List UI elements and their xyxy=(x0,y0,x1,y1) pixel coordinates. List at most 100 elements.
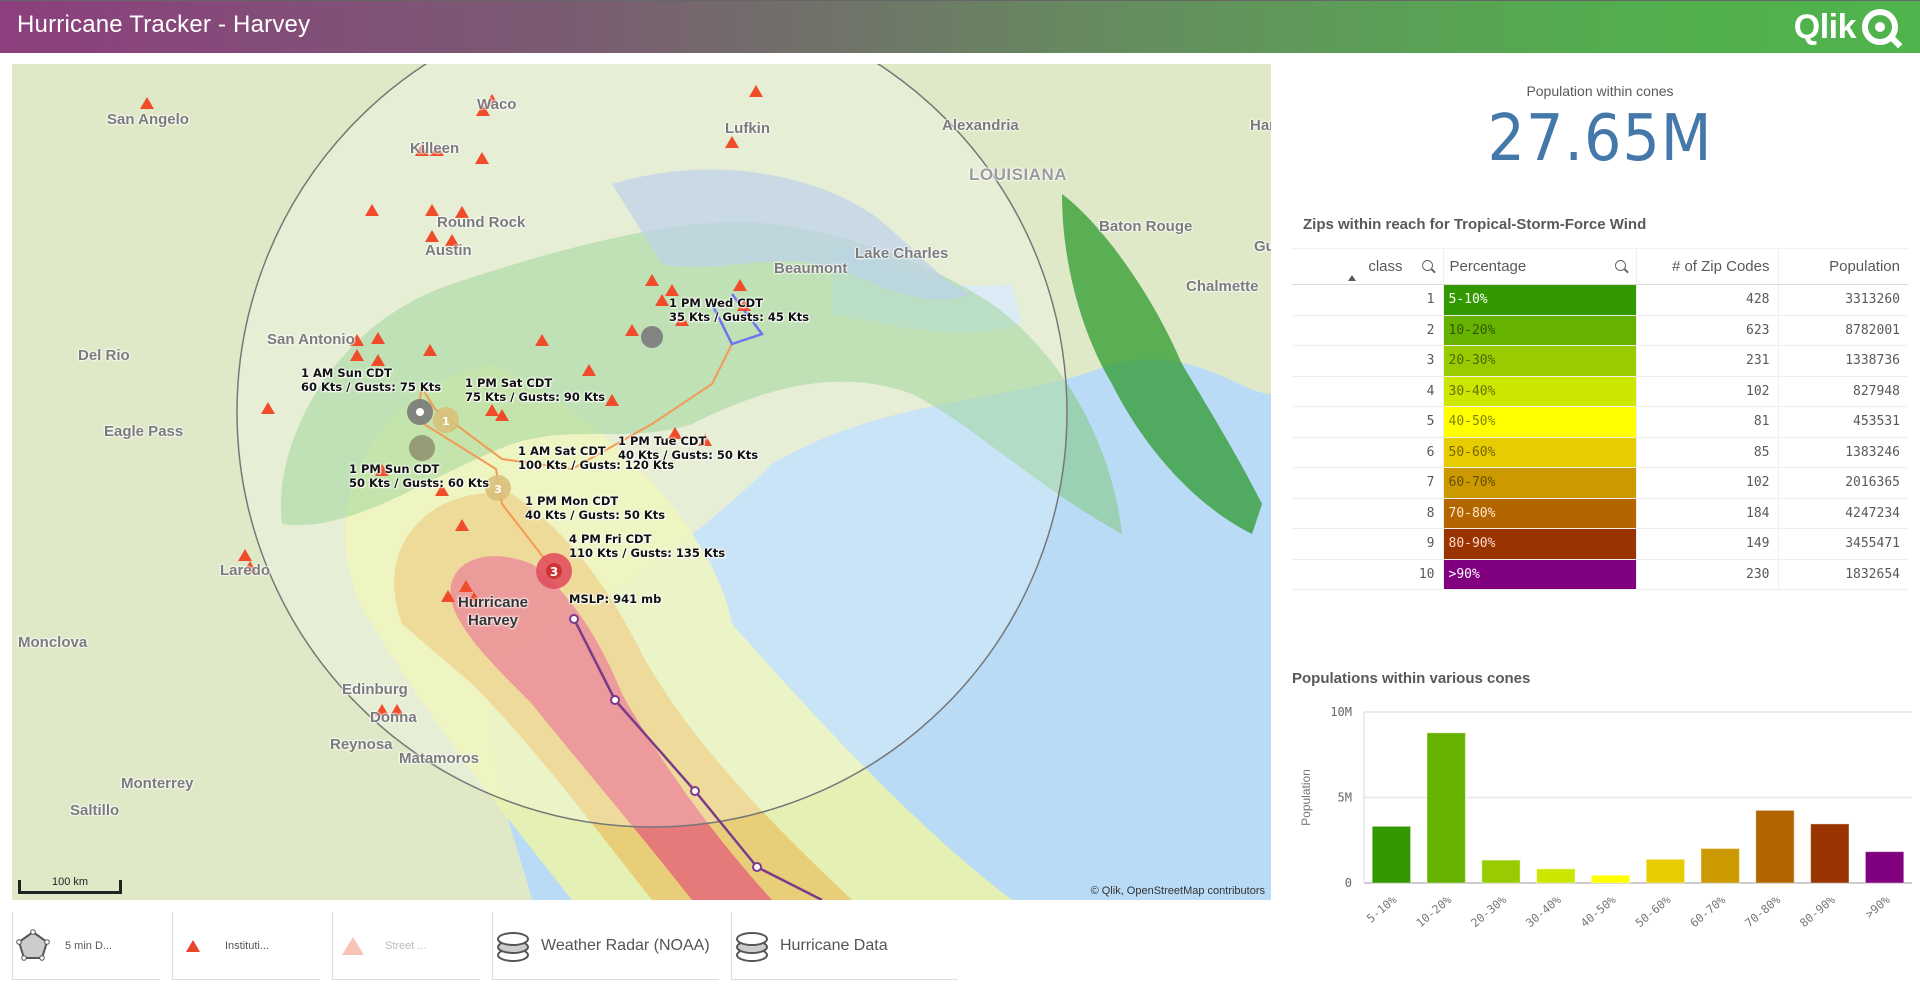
cell-percentage[interactable]: 70-80% xyxy=(1442,497,1637,529)
cell-percentage[interactable]: 10-20% xyxy=(1442,314,1637,346)
legend-label: Hurricane Data xyxy=(780,936,888,954)
cell-class[interactable]: 10 xyxy=(1292,559,1444,590)
storm-label-sat-pm: 1 PM Sat CDT 75 Kts / Gusts: 90 Kts xyxy=(465,376,605,404)
cell-population[interactable]: 3455471 xyxy=(1778,528,1908,560)
cell-class[interactable]: 3 xyxy=(1292,345,1444,377)
column-header-population[interactable]: Population xyxy=(1778,248,1908,285)
table-row[interactable]: 9 80-90% 149 3455471 xyxy=(1292,528,1908,560)
bar[interactable] xyxy=(1536,868,1576,884)
column-header-percentage[interactable]: Percentage xyxy=(1443,248,1637,285)
map-canvas[interactable]: 3 3 1 xyxy=(12,64,1271,900)
map-layer-legend: 5 min D... Instituti... Street ... Weath… xyxy=(12,912,958,980)
column-header-zip-codes[interactable]: # of Zip Codes xyxy=(1636,248,1779,285)
x-tick-label: 70-80% xyxy=(1742,893,1783,930)
cell-zip-count[interactable]: 184 xyxy=(1636,498,1779,529)
app-header: Hurricane Tracker - Harvey Qlik xyxy=(0,0,1920,53)
cell-percentage[interactable]: >90% xyxy=(1442,558,1637,590)
cell-population[interactable]: 3313260 xyxy=(1778,284,1908,316)
cell-class[interactable]: 7 xyxy=(1292,467,1444,499)
state-label: LOUISIANA xyxy=(969,165,1067,184)
storm-name-line: Hurricane xyxy=(458,594,529,611)
storm-wind: 40 Kts / Gusts: 50 Kts xyxy=(525,508,666,522)
cell-class[interactable]: 1 xyxy=(1292,284,1444,316)
column-label: class xyxy=(1368,258,1403,275)
kpi-value: 27.65M xyxy=(1487,102,1713,176)
table-row[interactable]: 4 30-40% 102 827948 xyxy=(1292,375,1908,407)
cell-zip-count[interactable]: 230 xyxy=(1636,559,1779,590)
table-row[interactable]: 5 40-50% 81 453531 xyxy=(1292,406,1908,438)
storm-wind: 110 Kts / Gusts: 135 Kts xyxy=(569,546,726,560)
legend-item-hurricane-data[interactable]: Hurricane Data xyxy=(731,912,958,980)
city-label: San Antonio xyxy=(267,331,355,348)
table-row[interactable]: 2 10-20% 623 8782001 xyxy=(1292,314,1908,346)
map-scale-bar: 100 km xyxy=(18,876,122,894)
cell-percentage[interactable]: 5-10% xyxy=(1442,284,1637,316)
legend-item-street[interactable]: Street ... xyxy=(332,912,480,980)
cell-population[interactable]: 8782001 xyxy=(1778,315,1908,346)
cell-zip-count[interactable]: 231 xyxy=(1636,345,1779,377)
column-label: # of Zip Codes xyxy=(1671,258,1770,275)
bar[interactable] xyxy=(1590,874,1631,884)
cell-zip-count[interactable]: 623 xyxy=(1636,315,1779,346)
bar[interactable] xyxy=(1700,848,1740,884)
column-label: Percentage xyxy=(1449,258,1527,275)
track-point xyxy=(752,862,762,872)
cell-class[interactable]: 2 xyxy=(1292,315,1444,346)
cell-class[interactable]: 6 xyxy=(1292,437,1444,468)
legend-item-drive-time[interactable]: 5 min D... xyxy=(12,912,160,980)
table-row[interactable]: 10 >90% 230 1832654 xyxy=(1292,558,1908,590)
cell-zip-count[interactable]: 149 xyxy=(1636,528,1779,560)
table-row[interactable]: 3 20-30% 231 1338736 xyxy=(1292,345,1908,377)
cell-percentage[interactable]: 60-70% xyxy=(1442,467,1637,499)
hurricane-symbol xyxy=(407,399,433,425)
cell-population[interactable]: 2016365 xyxy=(1778,467,1908,499)
bar[interactable] xyxy=(1371,825,1412,884)
bar[interactable] xyxy=(1645,858,1686,884)
cell-class[interactable]: 8 xyxy=(1292,498,1444,529)
bar[interactable] xyxy=(1864,851,1905,884)
table-row[interactable]: 6 50-60% 85 1383246 xyxy=(1292,436,1908,468)
cell-population[interactable]: 4247234 xyxy=(1778,498,1908,529)
cell-zip-count[interactable]: 81 xyxy=(1636,406,1779,438)
cell-population[interactable]: 827948 xyxy=(1778,376,1908,407)
bar[interactable] xyxy=(1810,823,1850,884)
bar[interactable] xyxy=(1481,859,1521,884)
cell-class[interactable]: 4 xyxy=(1292,376,1444,407)
cell-percentage[interactable]: 50-60% xyxy=(1442,436,1637,468)
table-row[interactable]: 8 70-80% 184 4247234 xyxy=(1292,497,1908,529)
cell-percentage[interactable]: 80-90% xyxy=(1442,528,1637,560)
cell-class[interactable]: 9 xyxy=(1292,528,1444,560)
city-label: Harlingen xyxy=(1250,117,1271,134)
cell-percentage[interactable]: 40-50% xyxy=(1442,406,1637,438)
x-tick-label: 5-10% xyxy=(1364,893,1400,926)
svg-text:1: 1 xyxy=(442,415,450,428)
search-icon[interactable] xyxy=(1614,260,1626,271)
population-bar-chart[interactable]: 0 5M 10M Population 5-10% 10-20% 20-30% 30-40% 4… xyxy=(1292,690,1920,990)
cell-class[interactable]: 5 xyxy=(1292,406,1444,438)
sort-ascending-icon xyxy=(1348,275,1356,281)
column-header-class[interactable]: class xyxy=(1292,248,1444,285)
cell-population[interactable]: 1832654 xyxy=(1778,559,1908,590)
cell-percentage[interactable]: 30-40% xyxy=(1442,375,1637,407)
chart-title: Populations within various cones xyxy=(1292,670,1531,687)
cell-percentage[interactable]: 20-30% xyxy=(1442,345,1637,377)
legend-item-institutions[interactable]: Instituti... xyxy=(172,912,320,980)
cell-zip-count[interactable]: 428 xyxy=(1636,284,1779,316)
table-row[interactable]: 1 5-10% 428 3313260 xyxy=(1292,284,1908,316)
legend-item-weather-radar[interactable]: Weather Radar (NOAA) xyxy=(492,912,719,980)
table-row[interactable]: 7 60-70% 102 2016365 xyxy=(1292,467,1908,499)
hurricane-map[interactable]: 3 3 1 San Angelo Waco Lufkin Alexandria … xyxy=(12,64,1271,900)
cell-population[interactable]: 453531 xyxy=(1778,406,1908,438)
cell-population[interactable]: 1383246 xyxy=(1778,437,1908,468)
search-icon[interactable] xyxy=(1421,260,1433,271)
cell-zip-count[interactable]: 85 xyxy=(1636,437,1779,468)
pressure-label: MSLP: 941 mb xyxy=(569,592,662,606)
cell-zip-count[interactable]: 102 xyxy=(1636,467,1779,499)
legend-label: 5 min D... xyxy=(65,939,113,952)
cell-zip-count[interactable]: 102 xyxy=(1636,376,1779,407)
city-label: Monclova xyxy=(18,634,88,651)
bar[interactable] xyxy=(1755,809,1795,884)
storm-time: 1 PM Wed CDT xyxy=(669,296,764,310)
cell-population[interactable]: 1338736 xyxy=(1778,345,1908,377)
bar[interactable] xyxy=(1426,732,1466,884)
